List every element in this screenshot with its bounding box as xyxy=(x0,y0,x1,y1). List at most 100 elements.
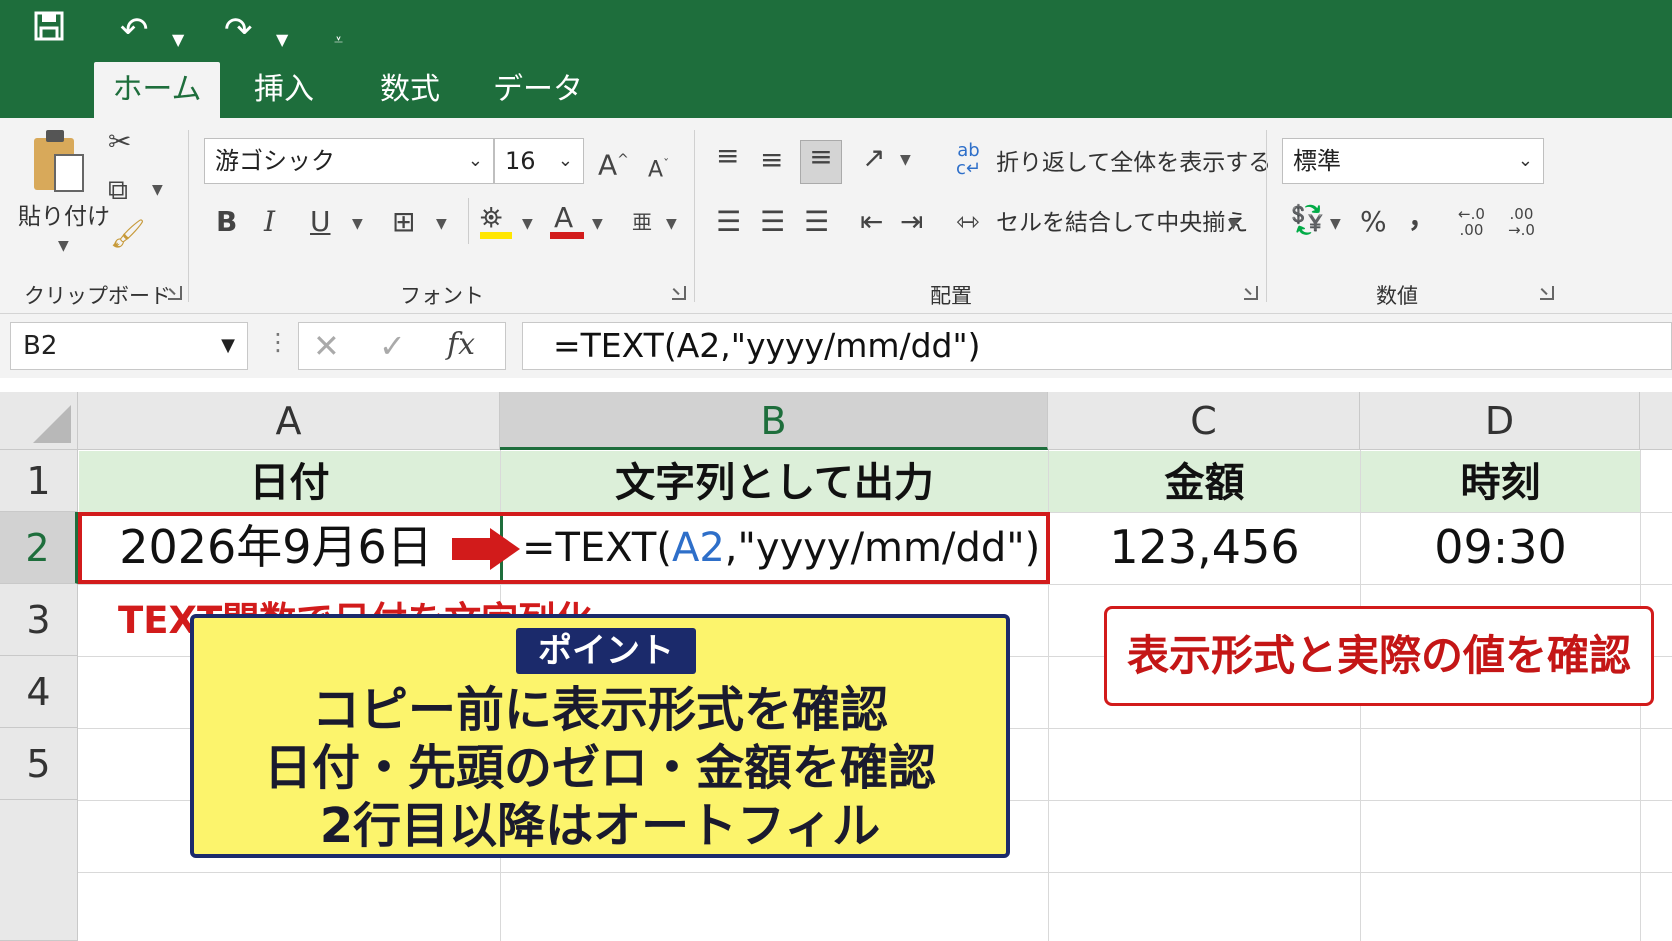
row-header-3[interactable]: 3 xyxy=(0,584,78,656)
percent-button[interactable]: % xyxy=(1360,206,1387,238)
ribbon: 貼り付け ▼ ✂ ⧉ ▼ 🖌 クリップボード 游ゴシック ⌄ 16 ⌄ A^ A… xyxy=(0,118,1672,314)
row-header-1[interactable]: 1 xyxy=(0,450,78,512)
italic-button[interactable]: I xyxy=(264,206,275,238)
paste-icon[interactable] xyxy=(34,130,84,194)
chevron-down-icon: ⌄ xyxy=(467,150,483,171)
cut-icon[interactable]: ✂ xyxy=(108,126,131,158)
phonetic-dropdown-icon[interactable]: ▼ xyxy=(666,216,677,232)
cell-a1[interactable]: 日付 xyxy=(79,451,500,512)
number-format-select[interactable]: 標準 ⌄ xyxy=(1282,138,1544,184)
paste-button[interactable]: 貼り付け xyxy=(18,202,110,232)
currency-dropdown-icon[interactable]: ▼ xyxy=(1330,216,1341,232)
copy-icon[interactable]: ⧉ xyxy=(108,174,128,206)
cell-d2[interactable]: 09:30 xyxy=(1361,513,1640,581)
align-top-icon[interactable]: ≡ xyxy=(716,140,739,172)
copy-dropdown-icon[interactable]: ▼ xyxy=(152,182,163,198)
increase-decimal-icon[interactable]: ←.0.00 xyxy=(1458,206,1485,238)
comma-button[interactable]: ， xyxy=(1408,202,1436,234)
redo-dropdown-icon[interactable]: ▼ xyxy=(276,20,288,60)
redo-icon[interactable]: ↷ xyxy=(224,10,253,50)
font-name-select[interactable]: 游ゴシック ⌄ xyxy=(204,138,494,184)
undo-dropdown-icon[interactable]: ▼ xyxy=(172,20,184,60)
cell-c2[interactable]: 123,456 xyxy=(1049,513,1360,581)
fill-color-icon[interactable]: ⛯ xyxy=(480,202,502,234)
customize-icon[interactable]: ⩡ xyxy=(334,20,343,60)
orientation-icon[interactable]: ↗ xyxy=(862,142,885,174)
format-painter-icon[interactable]: 🖌 xyxy=(110,218,146,250)
align-center-icon[interactable]: ☰ xyxy=(760,206,785,238)
clipboard-group-label: クリップボード xyxy=(24,284,171,308)
tab-data[interactable]: データ xyxy=(480,62,596,118)
column-header-d[interactable]: D xyxy=(1360,392,1640,450)
tab-insert[interactable]: 挿入 xyxy=(234,62,334,118)
number-launcher-icon[interactable] xyxy=(1540,286,1554,300)
gridline xyxy=(78,584,1672,585)
fill-color-dropdown-icon[interactable]: ▼ xyxy=(522,216,533,232)
paste-dropdown-icon[interactable]: ▼ xyxy=(58,238,69,254)
decrease-indent-icon[interactable]: ⇤ xyxy=(860,206,883,238)
decrease-font-icon[interactable]: Aˇ xyxy=(648,148,669,186)
align-middle-icon[interactable]: ≡ xyxy=(760,144,783,176)
orientation-dropdown-icon[interactable]: ▼ xyxy=(900,152,911,168)
chevron-down-icon: ⌄ xyxy=(1517,150,1533,171)
formula-buttons: ✕ ✓ fx xyxy=(298,322,506,370)
group-divider xyxy=(1266,130,1267,302)
row-header-4[interactable]: 4 xyxy=(0,656,78,728)
cell-b1[interactable]: 文字列として出力 xyxy=(501,451,1048,512)
tab-home[interactable]: ホーム xyxy=(94,62,220,118)
merge-dropdown-icon[interactable]: ▼ xyxy=(1228,216,1239,232)
select-all-button[interactable] xyxy=(0,392,78,450)
save-icon[interactable] xyxy=(34,10,64,50)
currency-icon[interactable]: 💱 xyxy=(1290,204,1325,236)
decrease-decimal-icon[interactable]: .00 →.0 xyxy=(1508,206,1535,238)
enter-icon[interactable]: ✓ xyxy=(379,327,406,365)
point-box: ポイント コピー前に表示形式を確認 日付・先頭のゼロ・金額を確認 2行目以降はオ… xyxy=(190,614,1010,858)
tab-formulas[interactable]: 数式 xyxy=(360,62,460,118)
alignment-group-label: 配置 xyxy=(930,284,972,308)
row-header-2[interactable]: 2 xyxy=(0,512,78,584)
cell-c1[interactable]: 金額 xyxy=(1049,451,1360,512)
insert-function-button[interactable]: fx xyxy=(447,327,475,362)
font-color-dropdown-icon[interactable]: ▼ xyxy=(592,216,603,232)
point-tag: ポイント xyxy=(516,628,696,674)
underline-button[interactable]: U xyxy=(310,206,331,238)
font-launcher-icon[interactable] xyxy=(672,286,686,300)
column-header-b[interactable]: B xyxy=(500,392,1048,450)
align-right-icon[interactable]: ☰ xyxy=(804,206,829,238)
increase-indent-icon[interactable]: ⇥ xyxy=(900,206,923,238)
underline-dropdown-icon[interactable]: ▼ xyxy=(352,216,363,232)
wrap-text-button[interactable]: 折り返して全体を表示する xyxy=(996,148,1271,178)
merge-center-button[interactable]: セルを結合して中央揃え xyxy=(996,208,1248,238)
undo-icon[interactable]: ↶ xyxy=(120,10,149,50)
borders-icon[interactable]: ⊞ xyxy=(392,206,415,238)
callout-box: 表示形式と実際の値を確認 xyxy=(1104,606,1654,706)
align-left-icon[interactable]: ☰ xyxy=(716,206,741,238)
group-divider xyxy=(694,130,695,302)
point-line-2: 日付・先頭のゼロ・金額を確認 xyxy=(263,740,936,796)
name-box[interactable]: B2 ▼ xyxy=(10,322,248,370)
phonetic-icon[interactable]: 亜 xyxy=(632,206,652,238)
number-format-value: 標準 xyxy=(1293,147,1341,175)
highlight-frame xyxy=(78,512,1050,584)
column-header-a[interactable]: A xyxy=(78,392,500,450)
alignment-launcher-icon[interactable] xyxy=(1244,286,1258,300)
row-header-5[interactable]: 5 xyxy=(0,728,78,800)
point-line-3: 2行目以降はオートフィル xyxy=(319,798,881,854)
align-bottom-icon[interactable]: ≡ xyxy=(800,140,842,184)
cell-d1[interactable]: 時刻 xyxy=(1361,451,1640,512)
more-options-icon[interactable]: ⋮ xyxy=(266,328,290,356)
column-header-e[interactable] xyxy=(1640,392,1672,450)
divider xyxy=(468,198,469,244)
bold-button[interactable]: B xyxy=(216,206,237,238)
clipboard-launcher-icon[interactable] xyxy=(168,286,182,300)
merge-center-icon[interactable]: ⇿ xyxy=(956,206,979,238)
cancel-icon[interactable]: ✕ xyxy=(313,327,340,365)
increase-font-icon[interactable]: A^ xyxy=(598,144,629,181)
font-size-select[interactable]: 16 ⌄ xyxy=(494,138,584,184)
font-color-button[interactable]: A xyxy=(554,202,573,234)
wrap-text-icon[interactable]: ab c↵ xyxy=(956,142,981,178)
formula-input[interactable]: =TEXT(A2,"yyyy/mm/dd") xyxy=(522,322,1672,370)
borders-dropdown-icon[interactable]: ▼ xyxy=(436,216,447,232)
column-header-c[interactable]: C xyxy=(1048,392,1360,450)
row-header-6[interactable] xyxy=(0,800,78,941)
